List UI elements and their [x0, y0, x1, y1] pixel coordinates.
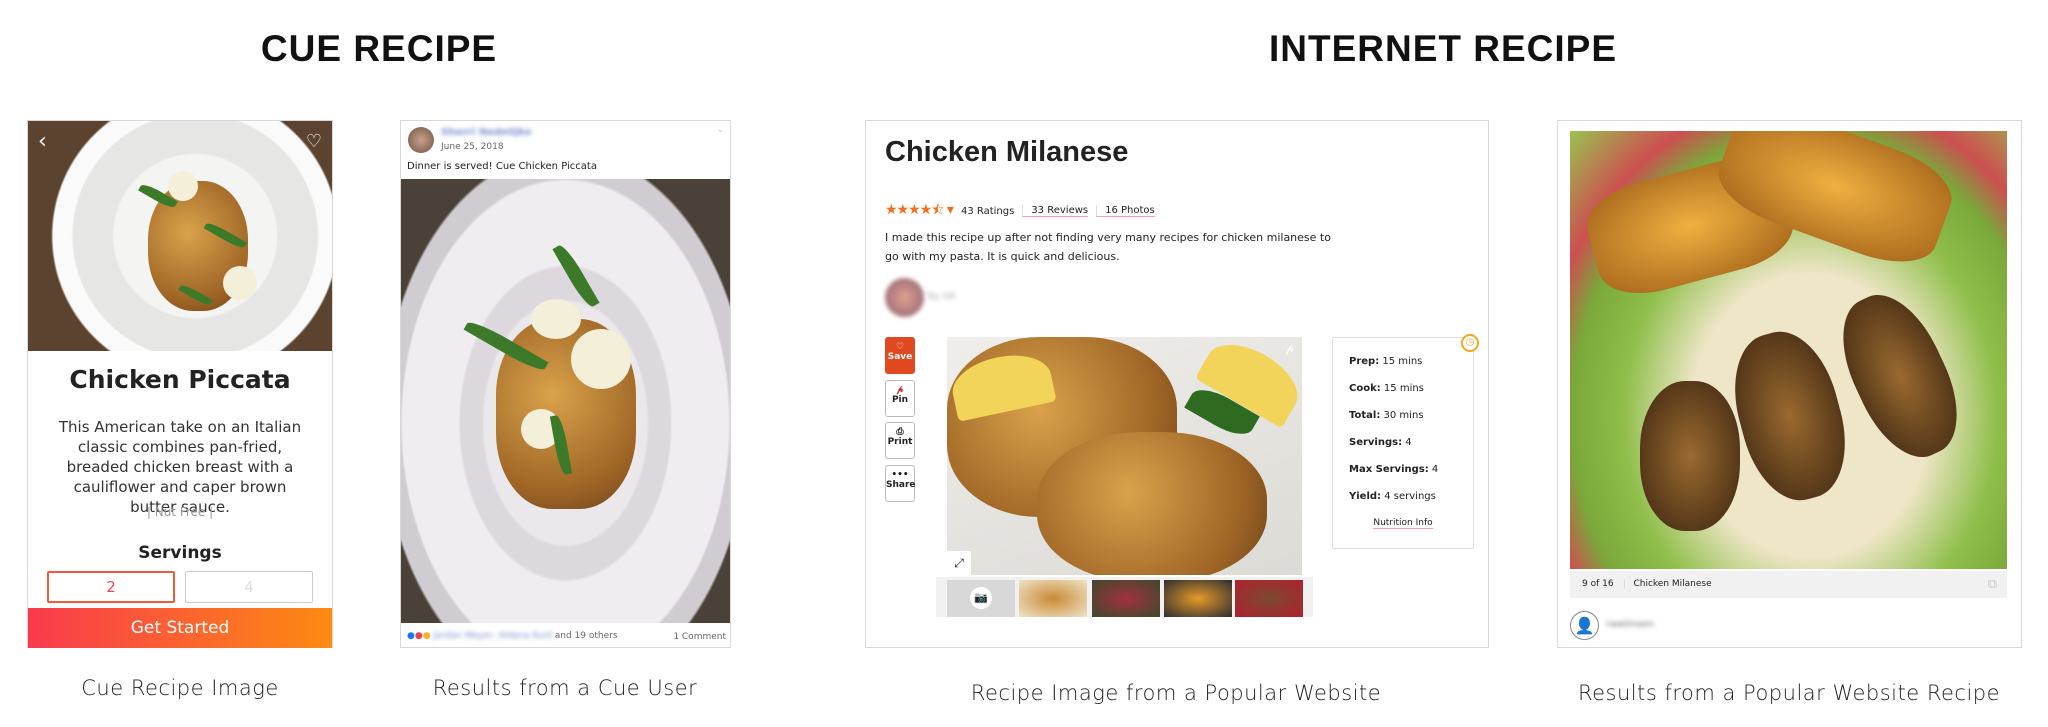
caption-website-image: Recipe Image from a Popular Website: [970, 681, 1382, 705]
caption-website-results: Results from a Popular Website Recipe: [1577, 681, 2001, 705]
share-button[interactable]: ••• Share: [885, 465, 916, 502]
author-avatar[interactable]: [885, 278, 924, 317]
facebook-post-card: Sherri Nedelijko June 25, 2018 ⌄ Dinner …: [400, 120, 731, 648]
reactions-summary[interactable]: ●●● Jordan Meyer, Aldana Kunl and 19 oth…: [407, 631, 618, 641]
photo-counter: 9 of 16: [1582, 579, 1614, 589]
cue-recipe-heading: CUE RECIPE: [260, 28, 498, 69]
rating-row: ★★★★⯪ ▾ 43 Ratings 33 Reviews 16 Photos: [885, 199, 1155, 223]
star-rating[interactable]: ★★★★⯪ ▾: [885, 199, 954, 223]
photos-link[interactable]: 16 Photos: [1096, 205, 1155, 217]
info-max-servings: Max Servings: 4: [1349, 464, 1439, 475]
recipe-description: I made this recipe up after not finding …: [885, 231, 1331, 263]
like-reaction-icon: ●: [407, 631, 415, 641]
thumbnail[interactable]: [1092, 580, 1160, 617]
pinterest-icon[interactable]: 𝓅: [1285, 341, 1294, 356]
recipe-title: Chicken Piccata: [69, 365, 291, 394]
get-started-button[interactable]: Get Started: [28, 608, 332, 648]
print-button[interactable]: ⎙ Print: [885, 422, 915, 459]
post-photo[interactable]: [401, 179, 730, 623]
thumbnail[interactable]: [1235, 580, 1303, 617]
thumbnail[interactable]: [1019, 580, 1087, 617]
caption-cue-image: Cue Recipe Image: [81, 676, 279, 700]
photo-caption-bar: 9 of 16 Chicken Milanese ⧉: [1570, 571, 2007, 598]
user-result-photo[interactable]: [1570, 131, 2007, 569]
reaction-count: and 19 others: [554, 631, 618, 641]
internet-recipe-heading: INTERNET RECIPE: [1268, 28, 1618, 69]
servings-label: Servings: [138, 543, 222, 563]
user-avatar-icon[interactable]: 👤: [1570, 611, 1599, 640]
username[interactable]: rawlinsen: [1606, 619, 1654, 630]
ratings-count: 43 Ratings: [960, 205, 1015, 217]
recipe-title: Chicken Milanese: [885, 136, 1129, 168]
heart-icon: ♡: [895, 342, 905, 352]
recipe-tags: | Nut Free |: [146, 505, 214, 519]
external-link-icon[interactable]: ⧉: [1988, 571, 1997, 598]
pinterest-icon: 𝓅: [896, 385, 904, 395]
pin-button[interactable]: 𝓅 Pin: [885, 380, 915, 417]
add-photo-button[interactable]: 📷: [947, 580, 1015, 617]
info-servings: Servings: 4: [1349, 437, 1412, 448]
reviews-link[interactable]: 33 Reviews: [1022, 205, 1089, 217]
servings-option-2[interactable]: 2: [47, 571, 175, 603]
servings-option-4[interactable]: 4: [185, 571, 313, 603]
recipe-info-box: Prep: 15 mins Cook: 15 mins Total: 30 mi…: [1332, 334, 1479, 549]
info-prep: Prep: 15 mins: [1349, 356, 1423, 367]
avatar: [408, 127, 434, 153]
comment-count[interactable]: 1 Comment: [673, 632, 726, 642]
post-author[interactable]: Sherri Nedelijko: [441, 127, 532, 138]
printer-icon: ⎙: [896, 427, 904, 437]
heart-icon[interactable]: ♡: [306, 131, 322, 152]
recipe-photo: [28, 121, 332, 351]
nutrition-info-link[interactable]: Nutrition Info: [1373, 518, 1433, 529]
camera-icon: 📷: [970, 587, 992, 609]
reaction-names: Jordan Meyer, Aldana Kunl: [433, 631, 552, 641]
info-yield: Yield: 4 servings: [1349, 491, 1436, 502]
info-cook: Cook: 15 mins: [1349, 383, 1424, 394]
caption-cue-user: Results from a Cue User: [432, 676, 698, 700]
info-total: Total: 30 mins: [1349, 410, 1424, 421]
save-button[interactable]: ♡ Save: [885, 337, 915, 374]
timer-icon: ◷: [1461, 334, 1479, 352]
author-byline[interactable]: By GR: [928, 292, 956, 302]
chevron-left-icon[interactable]: ‹: [38, 129, 47, 154]
wow-reaction-icon: ●: [422, 631, 431, 641]
recipe-main-photo[interactable]: 𝓅 ⤢: [947, 337, 1302, 575]
photo-title: Chicken Milanese: [1633, 579, 1712, 589]
chevron-down-icon[interactable]: ⌄: [716, 125, 724, 135]
post-text: Dinner is served! Cue Chicken Piccata: [407, 161, 597, 172]
love-reaction-icon: ●: [414, 631, 423, 641]
post-date: June 25, 2018: [441, 142, 504, 152]
cue-recipe-card: ‹ ♡ Chicken Piccata This American take o…: [27, 120, 333, 648]
more-icon: •••: [891, 470, 909, 480]
thumbnail[interactable]: [1164, 580, 1232, 617]
expand-icon[interactable]: ⤢: [947, 551, 971, 575]
recipe-description: This American take on an Italian classic…: [58, 418, 302, 516]
